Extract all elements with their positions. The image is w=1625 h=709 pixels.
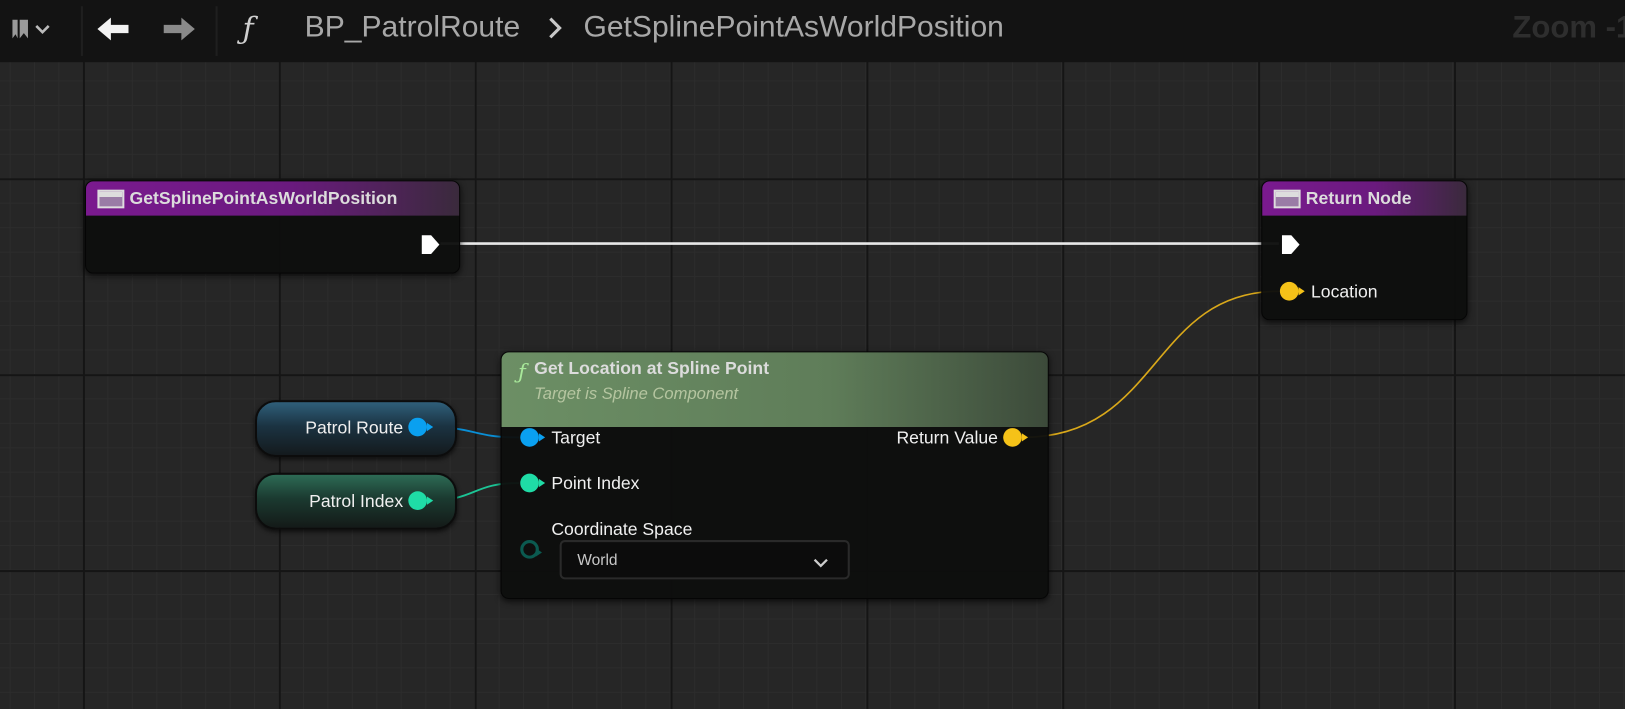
node-header: ƒ Get Location at Spline Point Target is… — [501, 352, 1048, 428]
back-button[interactable] — [95, 12, 130, 49]
node-title: GetSplinePointAsWorldPosition — [129, 188, 398, 208]
node-subtitle: Target is Spline Component — [534, 385, 739, 404]
node-title: Return Node — [1305, 188, 1412, 208]
location-label: Location — [1310, 281, 1378, 302]
breadcrumb-blueprint[interactable]: BP_PatrolRoute — [305, 10, 521, 44]
patrol-route-pin[interactable] — [408, 417, 434, 437]
breadcrumb-function[interactable]: GetSplinePointAsWorldPosition — [583, 10, 1003, 44]
node-header: GetSplinePointAsWorldPosition — [86, 181, 460, 216]
dropdown-value: World — [577, 551, 618, 570]
node-title: Get Location at Spline Point — [534, 358, 770, 379]
forward-button[interactable] — [162, 12, 197, 49]
function-icon — [97, 189, 125, 208]
function-f-icon: ƒ — [518, 358, 526, 384]
bookmark-button[interactable] — [8, 12, 50, 49]
return-value-pin[interactable] — [1003, 428, 1029, 447]
chevron-down-icon — [812, 555, 829, 573]
function-f-icon: ƒ — [242, 10, 254, 46]
toolbar: ƒ BP_PatrolRoute GetSplinePointAsWorldPo… — [0, 0, 1625, 63]
variable-label: Patrol Index — [309, 491, 404, 511]
return-value-label: Return Value — [896, 428, 998, 448]
target-pin[interactable] — [520, 428, 546, 447]
target-label: Target — [551, 428, 601, 448]
divider — [215, 6, 218, 56]
patrol-index-pin[interactable] — [408, 491, 434, 510]
location-wire — [1022, 290, 1279, 439]
point-index-label: Point Index — [551, 473, 640, 494]
divider — [80, 6, 83, 56]
arrow-right-icon — [162, 14, 197, 48]
function-icon — [1273, 189, 1301, 208]
coordinate-space-pin[interactable] — [520, 540, 543, 559]
node-header: Return Node — [1262, 181, 1467, 216]
coordinate-space-label: Coordinate Space — [551, 519, 693, 539]
graph-canvas[interactable]: ƒ BP_PatrolRoute GetSplinePointAsWorldPo… — [0, 0, 1625, 709]
point-index-pin[interactable] — [520, 473, 546, 493]
function-entry-node[interactable]: GetSplinePointAsWorldPosition — [84, 180, 461, 274]
bookmark-icon — [8, 16, 50, 46]
arrow-left-icon — [95, 14, 130, 48]
zoom-label: Zoom -1 — [1512, 10, 1625, 45]
variable-label: Patrol Route — [305, 417, 404, 438]
location-pin[interactable] — [1279, 281, 1305, 301]
chevron-right-icon — [546, 10, 565, 54]
coordinate-space-dropdown[interactable]: World — [559, 540, 850, 580]
